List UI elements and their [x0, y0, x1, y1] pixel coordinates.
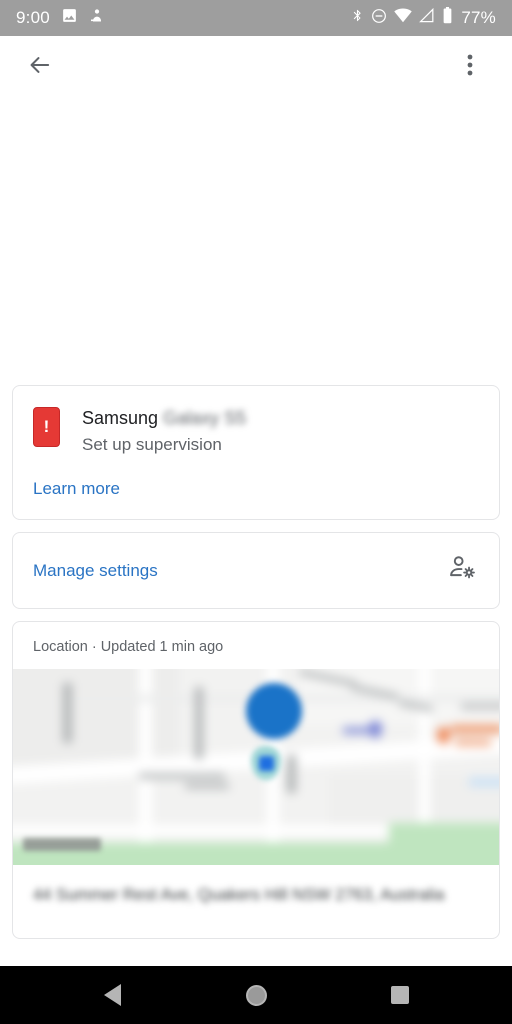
status-bar-left: 9:00 — [16, 7, 351, 29]
android-nav-bar — [0, 966, 512, 1024]
image-icon — [61, 7, 78, 29]
location-card: Location · Updated 1 min ago 44 Summer R… — [12, 621, 500, 939]
device-brand: Samsung — [82, 408, 159, 428]
device-model: Galaxy S5 — [163, 408, 247, 428]
status-bar-right: 77% — [351, 7, 496, 29]
device-supervision-card: ! Samsung Galaxy S5 Set up supervision L… — [12, 385, 500, 520]
child-avatar-marker[interactable] — [246, 683, 302, 739]
wifi-icon — [394, 8, 413, 28]
exclamation-glyph: ! — [43, 416, 50, 436]
back-arrow-icon — [27, 52, 53, 83]
address-text: 44 Summer Rest Ave, Quakers Hill NSW 276… — [33, 886, 445, 904]
device-text-block: Samsung Galaxy S5 Set up supervision — [82, 404, 246, 457]
manage-settings-card[interactable]: Manage settings — [12, 532, 500, 609]
nav-home-icon — [245, 984, 267, 1006]
app-bar — [0, 36, 512, 98]
nav-recents-icon — [391, 986, 409, 1004]
pin-core — [259, 756, 274, 771]
manage-accounts-icon — [449, 555, 477, 586]
learn-more-row: Learn more — [13, 457, 499, 519]
battery-percent-label: 77% — [461, 8, 496, 27]
nav-recents-button[interactable] — [372, 972, 428, 1018]
location-header: Location · Updated 1 min ago — [33, 639, 224, 655]
overflow-menu-button[interactable] — [450, 47, 490, 87]
do-not-disturb-icon — [371, 8, 387, 29]
scroll-content[interactable]: ! Samsung Galaxy S5 Set up supervision L… — [0, 98, 512, 966]
device-title: Samsung Galaxy S5 — [82, 406, 246, 430]
manage-settings-label: Manage settings — [33, 560, 158, 580]
bluetooth-icon — [351, 7, 364, 29]
cellular-signal-icon — [419, 7, 435, 28]
header-spacer — [0, 98, 512, 385]
nav-back-icon — [103, 984, 121, 1006]
device-row: ! Samsung Galaxy S5 Set up supervision — [13, 386, 499, 457]
nav-home-button[interactable] — [228, 972, 284, 1018]
location-pin-marker[interactable] — [249, 746, 283, 792]
device-subtitle: Set up supervision — [82, 435, 222, 454]
phone-alert-icon: ! — [33, 407, 60, 447]
nav-back-button[interactable] — [84, 972, 140, 1018]
back-button[interactable] — [20, 47, 60, 87]
status-bar-clock: 9:00 — [16, 8, 50, 27]
status-bar: 9:00 77% — [0, 0, 512, 36]
app-notification-icon — [89, 7, 105, 29]
overflow-menu-icon — [467, 53, 473, 82]
battery-icon — [442, 7, 453, 29]
address-row: 44 Summer Rest Ave, Quakers Hill NSW 276… — [13, 865, 499, 938]
google-watermark — [23, 838, 101, 851]
phone-screen: 9:00 77% ! Samsung Galaxy S5 Set up supe… — [0, 0, 512, 1024]
location-map[interactable] — [13, 669, 499, 865]
learn-more-link[interactable]: Learn more — [33, 479, 120, 499]
